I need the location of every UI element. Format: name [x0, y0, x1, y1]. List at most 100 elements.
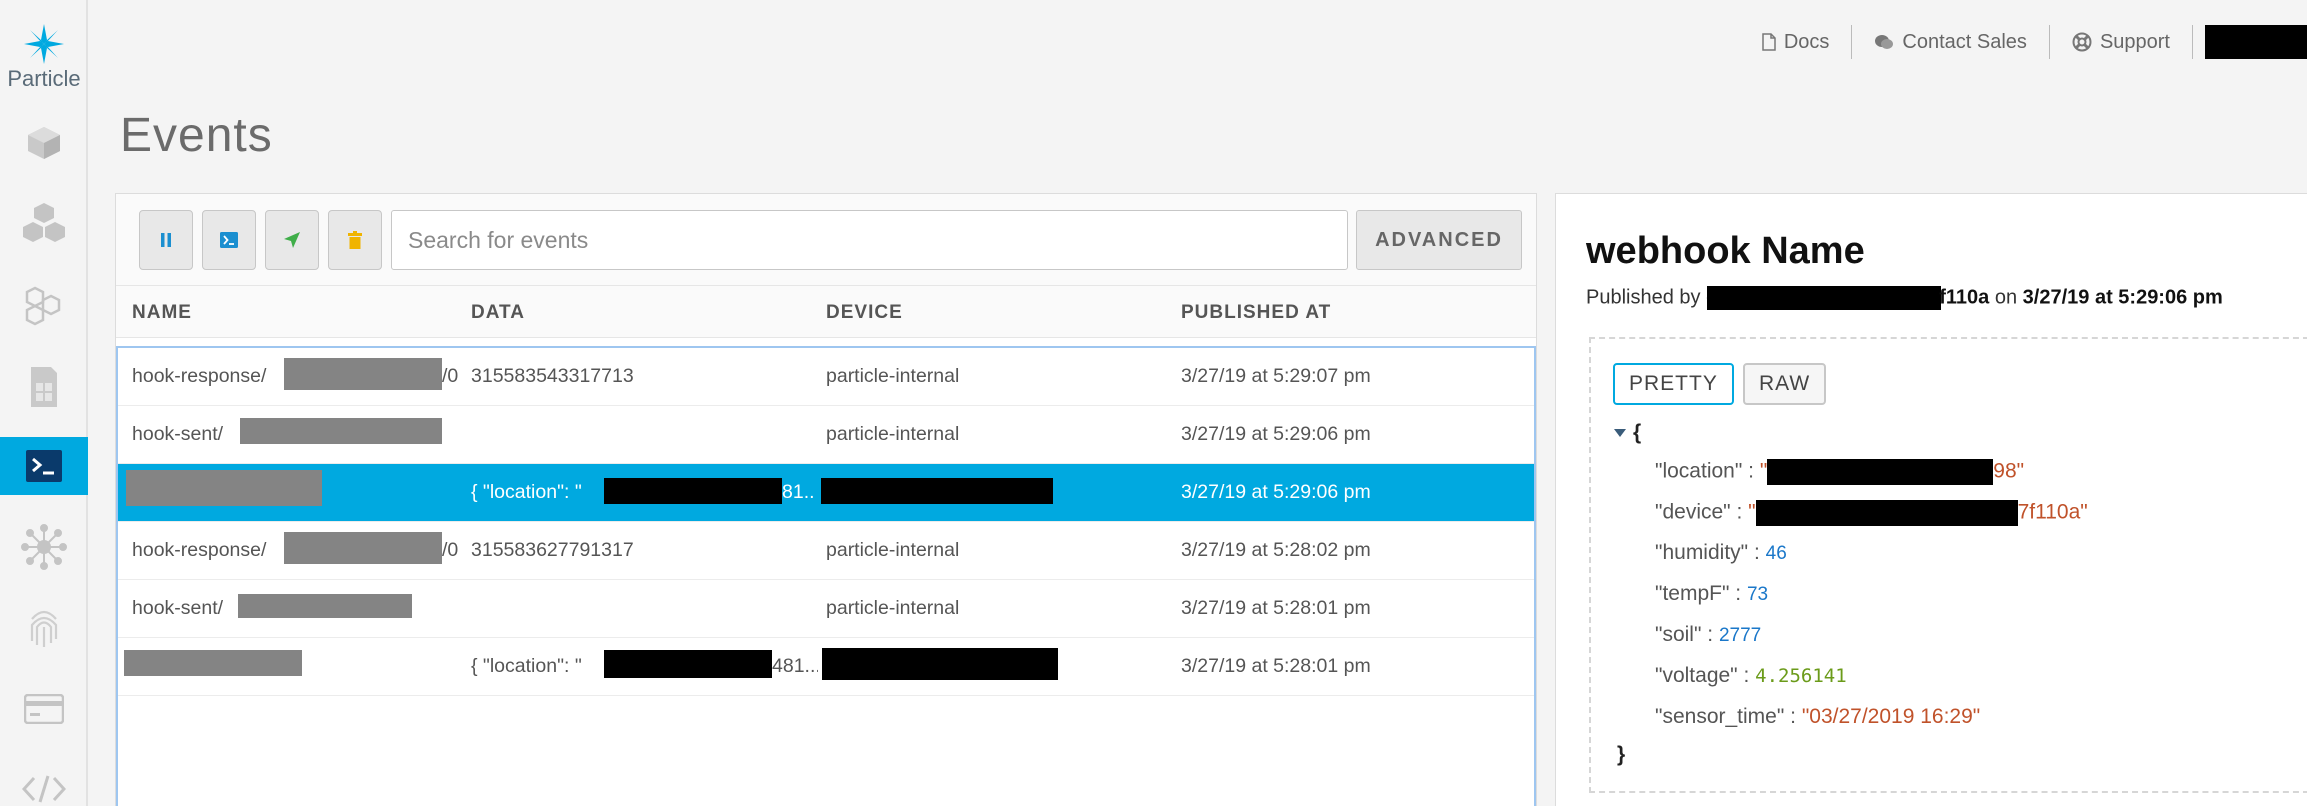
- contact-sales-label: Contact Sales: [1902, 30, 2027, 53]
- json-humidity: "humidity" : 46: [1655, 541, 1787, 564]
- lifebuoy-icon: [2072, 32, 2092, 52]
- json-value: 46: [1765, 543, 1787, 564]
- nav-billing[interactable]: [0, 680, 88, 738]
- event-device: particle-internal: [826, 423, 960, 445]
- table-row[interactable]: hook-sent/ particle-internal 3/27/19 at …: [118, 406, 1534, 464]
- advanced-button[interactable]: ADVANCED: [1356, 210, 1522, 270]
- docs-link[interactable]: Docs: [1740, 25, 1852, 59]
- trash-icon: [348, 231, 362, 249]
- json-key: "soil": [1655, 623, 1702, 646]
- contact-sales-link[interactable]: Contact Sales: [1852, 25, 2049, 59]
- table-row-selected[interactable]: { "location": " 81... 3/27/19 at 5:29:06…: [118, 464, 1534, 522]
- cubes-icon: [23, 203, 65, 242]
- support-link[interactable]: Support: [2050, 25, 2192, 59]
- code-icon: [22, 775, 66, 803]
- json-tempF: "tempF" : 73: [1655, 582, 1769, 605]
- pause-button[interactable]: [139, 210, 193, 270]
- column-name[interactable]: NAME: [132, 302, 192, 324]
- page-title: Events: [120, 109, 273, 162]
- open-brace: {: [1633, 421, 1642, 444]
- credit-card-icon: [24, 694, 64, 724]
- event-published-at: 3/27/19 at 5:28:01 pm: [1181, 597, 1371, 619]
- event-name: hook-sent/: [132, 423, 224, 445]
- event-name-suffix: /0: [442, 539, 459, 561]
- event-published-at: 3/27/19 at 5:29:07 pm: [1181, 365, 1371, 387]
- divider: [2192, 25, 2193, 59]
- nav-products[interactable]: [0, 196, 88, 254]
- nav-authentication[interactable]: [0, 598, 88, 656]
- sidebar: Particle: [0, 0, 88, 806]
- json-value: 4.256141: [1755, 665, 1847, 687]
- json-key: "tempF": [1655, 582, 1730, 605]
- terminal-button[interactable]: [202, 210, 256, 270]
- docs-label: Docs: [1783, 30, 1830, 53]
- json-soil: "soil" : 2777: [1655, 623, 1762, 646]
- json-value: 73: [1746, 584, 1769, 605]
- redacted-name: [240, 418, 442, 444]
- nav-mesh[interactable]: [0, 276, 88, 334]
- nav-integrations[interactable]: [0, 518, 88, 576]
- terminal-icon: [220, 232, 238, 248]
- publisher-suffix: f110a: [1939, 286, 1990, 309]
- table-row[interactable]: { "location": " 481... 3/27/19 at 5:28:0…: [118, 638, 1534, 696]
- clear-events-button[interactable]: [328, 210, 382, 270]
- json-value: 2777: [1718, 625, 1762, 646]
- hexagons-icon: [25, 286, 61, 326]
- json-device: "device" : " 7f110a": [1655, 500, 2088, 526]
- event-name-suffix: /0: [442, 365, 459, 387]
- event-detail-panel: webhook Name Published by ef110a on 3/27…: [1555, 193, 2307, 806]
- table-row[interactable]: hook-response/ /0 315583627791317 partic…: [118, 522, 1534, 580]
- nav-console-events[interactable]: [0, 437, 88, 495]
- json-key: "sensor_time": [1655, 705, 1785, 728]
- table-row[interactable]: hook-response/ /0 315583543317713 partic…: [118, 348, 1534, 406]
- redacted-name: [238, 594, 412, 618]
- json-value: 7f110a": [2017, 500, 2088, 524]
- json-location: "location" : " 98": [1655, 459, 2024, 485]
- column-data[interactable]: DATA: [471, 302, 525, 324]
- particle-star-icon: [24, 24, 64, 64]
- nav-devices[interactable]: [0, 114, 88, 172]
- table-header: NAME DATA DEVICE PUBLISHED AT: [116, 286, 1536, 338]
- event-data: { "location": ": [471, 481, 582, 503]
- cube-icon: [28, 127, 60, 159]
- top-navigation: Docs Contact Sales Support: [1740, 22, 2307, 62]
- event-published-at: 3/27/19 at 5:28:02 pm: [1181, 539, 1371, 561]
- redacted-data: [604, 478, 782, 504]
- json-key: "device": [1655, 500, 1731, 524]
- redacted-value: [1755, 500, 2018, 526]
- nav-code[interactable]: [0, 760, 88, 806]
- nav-sim-cards[interactable]: [0, 358, 88, 416]
- particle-logo[interactable]: Particle: [0, 22, 88, 92]
- event-device: particle-internal: [826, 539, 960, 561]
- redacted-device: [822, 648, 1058, 680]
- column-device[interactable]: DEVICE: [826, 302, 903, 324]
- event-data-suffix: 81...: [782, 481, 816, 503]
- events-panel: ADVANCED NAME DATA DEVICE PUBLISHED AT h…: [115, 193, 1537, 806]
- event-device: particle-internal: [826, 365, 960, 387]
- fingerprint-icon: [30, 610, 58, 647]
- column-published-at[interactable]: PUBLISHED AT: [1181, 302, 1331, 324]
- pretty-button[interactable]: PRETTY: [1613, 363, 1734, 405]
- caret-down-icon[interactable]: [1613, 428, 1627, 438]
- logo-text: Particle: [7, 66, 81, 91]
- event-published-at: 3/27/19 at 5:29:06 pm: [1181, 481, 1371, 503]
- chat-bubbles-icon: [1875, 35, 1894, 49]
- redacted-name: [126, 470, 322, 506]
- event-data: { "location": ": [471, 655, 582, 677]
- event-published-at: 3/27/19 at 5:28:01 pm: [1181, 655, 1371, 677]
- account-menu-redacted[interactable]: [2205, 25, 2307, 59]
- event-title: webhook Name: [1586, 230, 1865, 272]
- event-data-suffix: 481...: [772, 655, 818, 677]
- integrations-icon: [21, 524, 67, 570]
- events-toolbar: ADVANCED: [116, 194, 1536, 286]
- redacted-device: [821, 478, 1053, 504]
- send-icon: [284, 232, 300, 248]
- json-value: "03/27/2019 16:29": [1801, 705, 1981, 728]
- raw-button[interactable]: RAW: [1743, 363, 1827, 405]
- redacted-name: [124, 650, 302, 676]
- publish-event-button[interactable]: [265, 210, 319, 270]
- json-root[interactable]: {: [1613, 421, 1641, 445]
- app-window: Particle Docs Contact Sales Support Even…: [0, 0, 2307, 806]
- search-events-input[interactable]: [391, 210, 1348, 270]
- table-row[interactable]: hook-sent/ particle-internal 3/27/19 at …: [118, 580, 1534, 638]
